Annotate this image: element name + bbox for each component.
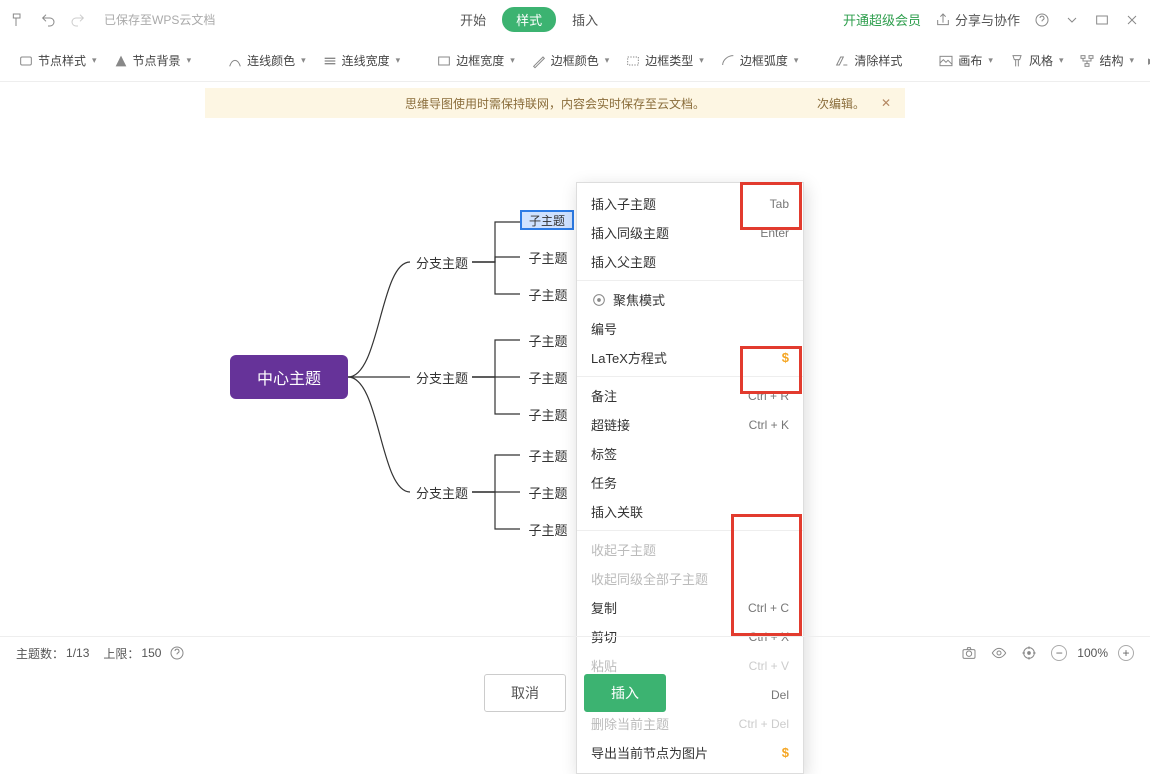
border-width-tool[interactable]: 边框宽度▾ (430, 48, 521, 73)
camera-icon[interactable] (961, 645, 977, 661)
canvas-bg-tool[interactable]: 画布▾ (932, 48, 999, 73)
zoom-in-button[interactable]: + (1118, 645, 1134, 661)
share-link[interactable]: 分享与协作 (935, 10, 1020, 29)
branch-node[interactable]: 分支主题 (412, 252, 472, 272)
child-node[interactable]: 子主题 (523, 331, 573, 349)
insert-button[interactable]: 插入 (584, 674, 666, 712)
zoom-value: 100% (1077, 646, 1108, 660)
child-node[interactable]: 子主题 (523, 520, 573, 538)
topic-count: 1/13 (66, 646, 89, 660)
line-width-tool[interactable]: 连线宽度▾ (316, 48, 407, 73)
top-bar: 已保存至WPS云文档 开始 样式 插入 开通超级会员 分享与协作 (0, 0, 1150, 40)
cancel-button[interactable]: 取消 (484, 674, 566, 712)
root-node[interactable]: 中心主题 (230, 355, 348, 399)
focus-icon (591, 292, 607, 308)
ctx-collapse-all: 收起同级全部子主题 (577, 564, 803, 593)
limit-label: 上限： (103, 645, 139, 662)
line-color-tool[interactable]: 连线颜色▾ (221, 48, 312, 73)
action-bar: 取消 插入 (0, 669, 1150, 716)
share-icon (935, 12, 951, 28)
redo-icon[interactable] (70, 12, 86, 28)
child-node[interactable]: 子主题 (523, 483, 573, 501)
close-icon[interactable] (1124, 12, 1140, 28)
theme-tool[interactable]: 风格▾ (1003, 48, 1070, 73)
border-color-tool[interactable]: 边框颜色▾ (525, 48, 616, 73)
dollar-icon: $ (782, 745, 789, 760)
child-node[interactable]: 子主题 (523, 368, 573, 386)
share-label: 分享与协作 (955, 10, 1020, 29)
vip-link[interactable]: 开通超级会员 (843, 10, 921, 29)
eye-icon[interactable] (991, 645, 1007, 661)
child-node[interactable]: 子主题 (523, 405, 573, 423)
mindmap-canvas[interactable]: 思维导图使用时需保持联网，内容会实时保存至云文档。 次编辑。 ✕ 中心主题 分支… (0, 82, 1150, 636)
tab-style[interactable]: 样式 (502, 7, 556, 32)
ctx-export-png[interactable]: 导出当前节点为图片$ (577, 738, 803, 767)
saved-status: 已保存至WPS云文档 (104, 11, 215, 28)
structure-tool[interactable]: 结构▾ (1073, 48, 1140, 73)
locate-icon[interactable] (1021, 645, 1037, 661)
ctx-hyperlink[interactable]: 超链接Ctrl + K (577, 410, 803, 439)
ctx-insert-sibling[interactable]: 插入同级主题Enter (577, 218, 803, 247)
branch-node[interactable]: 分支主题 (412, 482, 472, 502)
undo-icon[interactable] (40, 12, 56, 28)
node-style-tool[interactable]: 节点样式▾ (12, 48, 103, 73)
child-node[interactable]: 子主题 (523, 285, 573, 303)
ctx-task[interactable]: 任务 (577, 468, 803, 497)
ctx-tag[interactable]: 标签 (577, 439, 803, 468)
tab-insert[interactable]: 插入 (572, 10, 598, 29)
zoom-out-button[interactable]: − (1051, 645, 1067, 661)
ctx-focus-mode[interactable]: 聚焦模式 (577, 285, 803, 314)
help-icon[interactable] (1034, 12, 1050, 28)
ctx-latex[interactable]: LaTeX方程式$ (577, 343, 803, 372)
ctx-note[interactable]: 备注Ctrl + R (577, 381, 803, 410)
branch-node[interactable]: 分支主题 (412, 367, 472, 387)
dollar-icon: $ (782, 350, 789, 365)
window-icon[interactable] (1094, 12, 1110, 28)
topic-count-label: 主题数： (16, 645, 64, 662)
ctx-copy[interactable]: 复制Ctrl + C (577, 593, 803, 622)
format-painter-icon[interactable] (10, 12, 26, 28)
help-small-icon[interactable] (169, 645, 185, 661)
child-node-selected[interactable]: 子主题 (520, 210, 574, 230)
ctx-insert-relation[interactable]: 插入关联 (577, 497, 803, 526)
status-bar: 主题数： 1/13 上限： 150 − 100% + (0, 636, 1150, 669)
node-bg-tool[interactable]: 节点背景▾ (107, 48, 198, 73)
child-node[interactable]: 子主题 (523, 446, 573, 464)
tab-start[interactable]: 开始 (460, 10, 486, 29)
mindmap-edges (0, 82, 1150, 636)
clear-style-tool[interactable]: 清除样式 (828, 48, 908, 73)
child-node[interactable]: 子主题 (523, 248, 573, 266)
border-arc-tool[interactable]: 边框弧度▾ (714, 48, 805, 73)
ctx-numbering[interactable]: 编号 (577, 314, 803, 343)
minimize-icon[interactable] (1064, 12, 1080, 28)
ctx-insert-parent[interactable]: 插入父主题 (577, 247, 803, 276)
style-toolbar: 节点样式▾ 节点背景▾ 连线颜色▾ 连线宽度▾ 边框宽度▾ 边框颜色▾ 边框类型… (0, 40, 1150, 82)
ctx-insert-child[interactable]: 插入子主题Tab (577, 189, 803, 218)
border-type-tool[interactable]: 边框类型▾ (619, 48, 710, 73)
limit-value: 150 (141, 646, 161, 660)
ctx-collapse-child: 收起子主题 (577, 535, 803, 564)
toolbar-scroll-right[interactable]: ▸ (1144, 49, 1150, 73)
